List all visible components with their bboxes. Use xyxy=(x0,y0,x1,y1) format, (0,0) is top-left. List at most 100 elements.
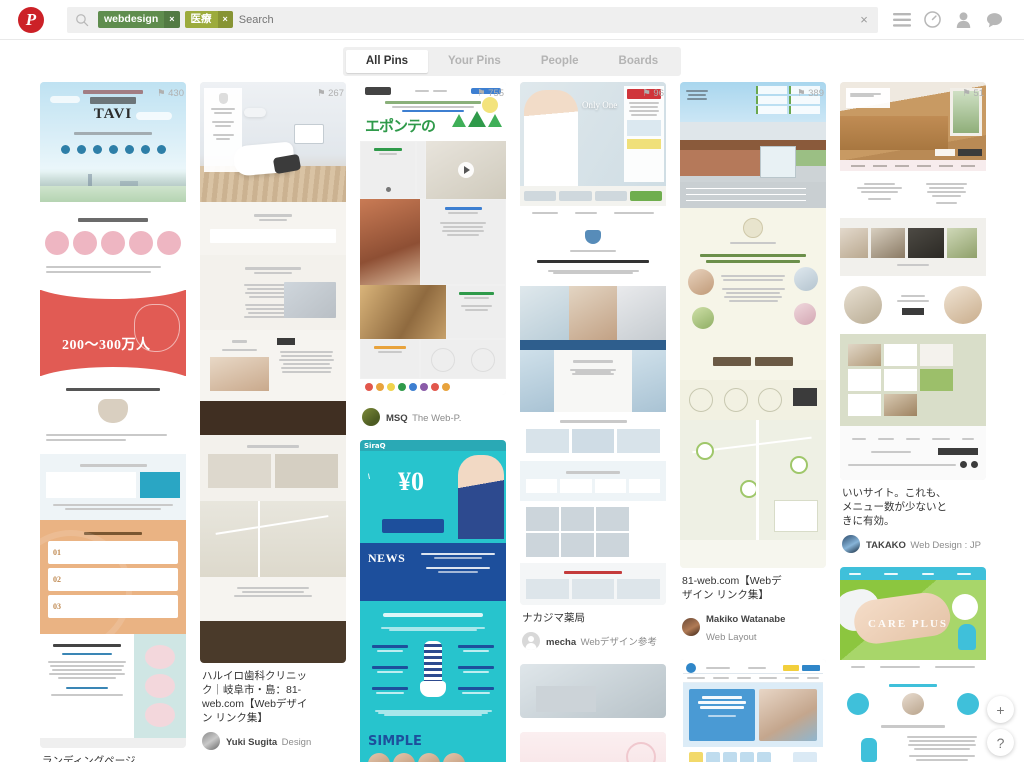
play-icon xyxy=(458,162,475,178)
pin-card[interactable]: エポンテの ⚑ 755 MSQ The Web-P. xyxy=(360,82,506,426)
pin-grid[interactable]: TAVI 200〜300万人 01 02 03 ランディングページ ⚑ 430 … xyxy=(0,82,1024,762)
pin-board-name: The Web-P. xyxy=(412,413,462,424)
tab-boards[interactable]: Boards xyxy=(599,50,679,73)
search-tag-webdesign[interactable]: webdesign × xyxy=(98,11,180,28)
pin-meta: ハルイロ歯科クリニック｜岐阜市・島：81-web.com【Webデザイン リンク… xyxy=(200,88,346,750)
header-icon-group xyxy=(886,4,1010,35)
thumb-video-photo xyxy=(426,141,506,199)
pin-image-building-photo[interactable] xyxy=(520,664,666,718)
pin-title: 81-web.com【Webデザイン リンク集】 xyxy=(682,575,782,601)
search-filter-tabs: All Pins Your Pins People Boards xyxy=(0,40,1024,82)
pin-author[interactable]: Yuki Sugita Design xyxy=(202,732,344,750)
pin-author-name: Makiko Watanabe xyxy=(706,614,786,625)
pin-card[interactable]: いいサイト。これも、メニュー数が少ないときに有効。 ⚑ 51 TAKAKO We… xyxy=(840,82,986,553)
pin-image-kids-workshop[interactable]: エポンテの xyxy=(360,82,506,395)
pin-meta: ⚑ 755 MSQ The Web-P. xyxy=(360,88,506,426)
pin-save-count: ⚑ 389 xyxy=(796,88,824,99)
thumb-price: ¥0 xyxy=(398,467,424,496)
tab-group: All Pins Your Pins People Boards xyxy=(342,46,682,76)
clear-search-icon[interactable]: × xyxy=(854,10,874,30)
pin-card[interactable] xyxy=(520,664,666,718)
pin-author-name: MSQ xyxy=(386,413,408,424)
tab-people[interactable]: People xyxy=(521,50,599,73)
thumb-stat-number: 200〜300万人 xyxy=(62,338,151,353)
pin-image-clinic-building[interactable] xyxy=(680,82,826,568)
pin-board-name: Design xyxy=(281,737,312,748)
avatar xyxy=(682,618,700,636)
tab-all-pins[interactable]: All Pins xyxy=(345,49,428,73)
search-bar[interactable]: webdesign × 医療 × × xyxy=(67,6,878,33)
pin-meta: いいサイト。これも、メニュー数が少ないときに有効。 ⚑ 51 TAKAKO We… xyxy=(840,88,986,553)
pin-save-count: ⚑ 267 xyxy=(316,88,344,99)
pin-title: ランディングページ LP 最先端医療の提供TAVI｜教材・サービス｜楽天 xyxy=(42,755,136,762)
pin-column-5: 81-web.com【Webデザイン リンク集】 ⚑ 389 Makiko Wa… xyxy=(680,82,826,762)
pin-column-6: いいサイト。これも、メニュー数が少ないときに有効。 ⚑ 51 TAKAKO We… xyxy=(840,82,986,762)
pin-card[interactable] xyxy=(520,732,666,762)
avatar xyxy=(842,535,860,553)
pin-save-count: ⚑ 96 xyxy=(642,88,664,99)
pin-save-count: ⚑ 51 xyxy=(962,88,984,99)
search-tag-label: webdesign xyxy=(104,13,159,25)
pin-author[interactable]: MSQ The Web-P. xyxy=(362,408,504,426)
help-button[interactable]: ? xyxy=(987,729,1014,756)
avatar xyxy=(362,408,380,426)
pin-column-2: ハルイロ歯科クリニック｜岐阜市・島：81-web.com【Webデザイン リンク… xyxy=(200,82,346,762)
pin-card[interactable]: SiraQ \ ¥0 NEWS SIMPLE xyxy=(360,440,506,762)
pin-save-count: ⚑ 430 xyxy=(156,88,184,99)
search-tag-list: webdesign × 医療 × xyxy=(98,11,233,28)
pin-image-siraq-whitening[interactable]: SiraQ \ ¥0 NEWS SIMPLE xyxy=(360,440,506,762)
pin-image-wood-interior[interactable] xyxy=(840,82,986,480)
pin-title: ハルイロ歯科クリニック｜岐阜市・島：81-web.com【Webデザイン リンク… xyxy=(202,670,308,724)
pin-save-count: ⚑ 755 xyxy=(476,88,504,99)
search-icon xyxy=(76,13,89,26)
search-tag-label: 医療 xyxy=(190,13,212,25)
pin-card[interactable]: ハルイロ歯科クリニック｜岐阜市・島：81-web.com【Webデザイン リンク… xyxy=(200,82,346,750)
hamburger-menu-icon[interactable] xyxy=(886,4,917,35)
avatar xyxy=(522,632,540,650)
pin-image-pharmacy-nakajima[interactable]: Only One xyxy=(520,82,666,605)
compass-icon[interactable] xyxy=(917,4,948,35)
pin-card[interactable]: CARE PLUS xyxy=(840,567,986,762)
thumb-hero-careplus: CARE PLUS xyxy=(868,618,949,630)
tab-your-pins[interactable]: Your Pins xyxy=(428,50,521,73)
avatar xyxy=(202,732,220,750)
pin-card[interactable] xyxy=(680,659,826,762)
pin-title: いいサイト。これも、メニュー数が少ないときに有効。 xyxy=(842,487,947,527)
pin-image-pink-site[interactable] xyxy=(520,732,666,762)
pin-author-name: TAKAKO xyxy=(866,540,906,551)
pin-image-dental-clinic[interactable] xyxy=(200,82,346,663)
pin-board-name: Webデザイン参考 xyxy=(580,637,657,648)
thumb-logo-siraq: SiraQ xyxy=(364,441,386,450)
pin-column-4: Only One ナカジマ薬局 ⚑ 96 mecha Webデザイン参考 xyxy=(520,82,666,762)
pin-author[interactable]: Makiko Watanabe Web Layout xyxy=(682,609,824,645)
pin-card[interactable]: TAVI 200〜300万人 01 02 03 ランディングページ ⚑ 430 xyxy=(40,82,186,762)
profile-icon[interactable] xyxy=(948,4,979,35)
add-pin-button[interactable]: + xyxy=(987,696,1014,723)
app-header: P webdesign × 医療 × × xyxy=(0,0,1024,40)
pin-card[interactable]: 81-web.com【Webデザイン リンク集】 ⚑ 389 Makiko Wa… xyxy=(680,82,826,645)
pin-board-name: Web Layout xyxy=(706,632,757,643)
search-input[interactable] xyxy=(238,9,872,30)
remove-tag-icon[interactable]: × xyxy=(164,11,180,28)
pinterest-logo[interactable]: P xyxy=(18,6,44,33)
pin-image-menicon-school[interactable] xyxy=(680,659,826,762)
pin-meta: ランディングページ LP 最先端医療の提供TAVI｜教材・サービス｜楽天 ⚑ 4… xyxy=(40,88,186,762)
pin-meta: ナカジマ薬局 ⚑ 96 mecha Webデザイン参考 xyxy=(520,88,666,650)
search-tag-medical[interactable]: 医療 × xyxy=(184,11,233,28)
messages-icon[interactable] xyxy=(979,4,1010,35)
pin-title: ナカジマ薬局 xyxy=(522,612,585,624)
pin-column-1: TAVI 200〜300万人 01 02 03 ランディングページ ⚑ 430 xyxy=(40,82,186,762)
remove-tag-icon[interactable]: × xyxy=(217,11,233,28)
thumb-hero-text: Only One xyxy=(582,100,618,110)
pin-card[interactable]: Only One ナカジマ薬局 ⚑ 96 mecha Webデザイン参考 xyxy=(520,82,666,650)
thumb-simple-label: SIMPLE xyxy=(368,734,422,749)
pin-author[interactable]: TAKAKO Web Design : JP xyxy=(842,535,984,553)
pin-image-tavi-landing-page[interactable]: TAVI 200〜300万人 01 02 03 xyxy=(40,82,186,748)
pin-column-3: エポンテの ⚑ 755 MSQ The Web-P. SiraQ \ ¥0 NE… xyxy=(360,82,506,762)
pin-image-care-plus[interactable]: CARE PLUS xyxy=(840,567,986,762)
pin-meta: 81-web.com【Webデザイン リンク集】 ⚑ 389 Makiko Wa… xyxy=(680,88,826,645)
pin-author[interactable]: mecha Webデザイン参考 xyxy=(522,632,664,650)
pin-board-name: Web Design : JP xyxy=(910,540,981,551)
pin-author-name: Yuki Sugita xyxy=(226,737,278,748)
floating-action-buttons: + ? xyxy=(987,696,1014,756)
